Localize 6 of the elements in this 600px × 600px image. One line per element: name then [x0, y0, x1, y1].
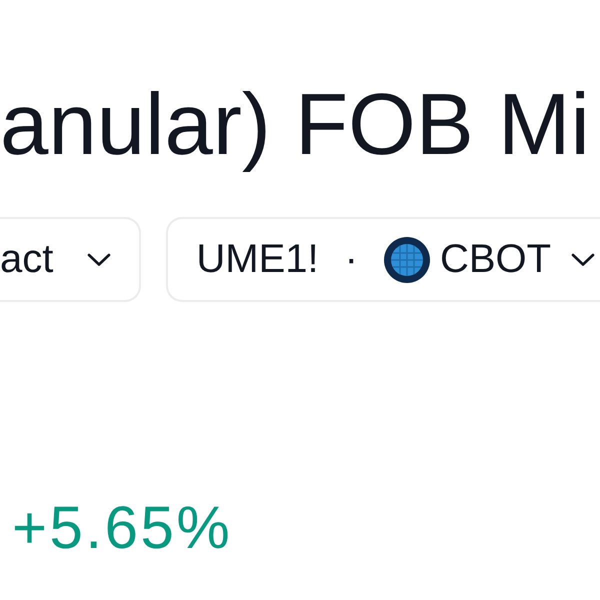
globe-icon	[384, 236, 430, 282]
chevron-down-icon	[571, 252, 595, 266]
symbol-dropdown[interactable]: UME1! · CBOT	[166, 217, 600, 302]
percent-change: +5.65%	[12, 498, 232, 558]
chevron-down-icon	[87, 252, 112, 266]
contract-dropdown[interactable]: act	[0, 217, 142, 302]
